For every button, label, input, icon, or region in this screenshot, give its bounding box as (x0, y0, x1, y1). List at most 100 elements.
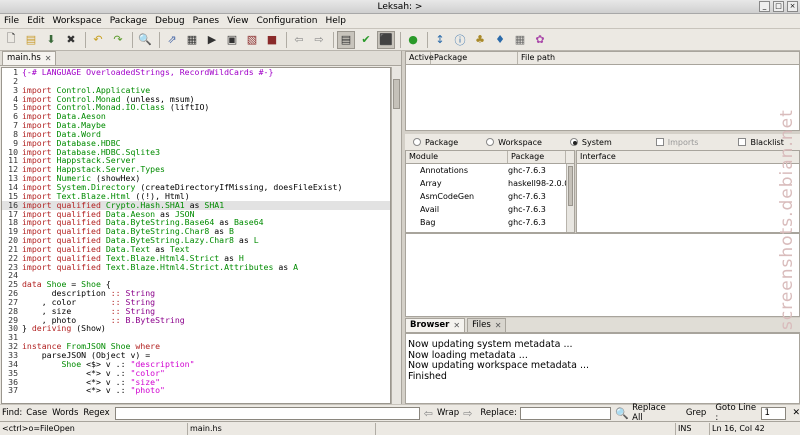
code-line[interactable]: 37 <*> v .: "photo" (2, 386, 390, 395)
module-icon[interactable]: ♦ (491, 31, 509, 49)
log-pane[interactable]: Now updating system metadata ... Now loa… (405, 333, 800, 404)
source-editor[interactable]: 1 {-# LANGUAGE OverloadedStrings, RecordW… (1, 67, 391, 404)
find-label: Find: (2, 408, 23, 418)
menu-edit[interactable]: Edit (27, 16, 44, 26)
make-mode-icon[interactable]: ✔ (357, 31, 375, 49)
menu-file[interactable]: File (4, 16, 19, 26)
code-token: as (233, 235, 254, 246)
imports-checkbox[interactable]: Imports (655, 138, 698, 147)
background-build-icon[interactable]: ▤ (337, 30, 355, 49)
menu-view[interactable]: View (227, 16, 248, 26)
replace-icon[interactable]: 🔍 (615, 407, 629, 420)
replace-all-button[interactable]: Replace All (632, 403, 677, 423)
editor-area: main.hs ✕ 1 {-# LANGUAGE OverloadedString… (0, 51, 402, 404)
code-line[interactable]: 1 {-# LANGUAGE OverloadedStrings, RecordW… (2, 68, 390, 77)
col-module[interactable]: Module (406, 151, 508, 163)
scope-workspace-radio[interactable]: Workspace (486, 138, 542, 147)
replace-input[interactable] (519, 406, 612, 420)
close-tab-icon[interactable]: ✕ (453, 319, 460, 332)
clean-icon[interactable]: ▧ (243, 31, 261, 49)
col-module-package[interactable]: Package (508, 151, 566, 163)
find-next-icon[interactable]: ⇨ (463, 407, 472, 420)
scrollbar-thumb[interactable] (568, 166, 573, 206)
module-package: ghc-7.6.3 (508, 166, 546, 175)
col-active[interactable]: Active (406, 52, 434, 64)
col-interface[interactable]: Interface (577, 151, 799, 163)
code-line[interactable]: 23 import qualified Text.Blaze.Html4.Stri… (2, 261, 390, 272)
close-icon[interactable]: × (787, 1, 798, 12)
module-rows: Annotations ghc-7.6.3 Array haskell98-2.0.0… (406, 164, 574, 229)
editor-scrollbar[interactable] (391, 67, 401, 404)
tab-main-hs[interactable]: main.hs ✕ (2, 51, 57, 65)
run-icon[interactable]: ▶ (203, 31, 221, 49)
goto-line-input[interactable]: 1 (761, 406, 787, 420)
run-green-icon[interactable]: ● (404, 31, 422, 49)
close-file-icon[interactable]: ✖ (62, 31, 80, 49)
module-row[interactable]: Bag ghc-7.6.3 (406, 216, 574, 229)
close-findbar-icon[interactable]: ✕ (792, 408, 800, 418)
info-icon[interactable]: ⓘ (451, 31, 469, 49)
grep-button[interactable]: Grep (686, 408, 707, 418)
code-token: "photo" (130, 385, 165, 396)
back-icon[interactable]: ⇦ (290, 31, 308, 49)
tab-files[interactable]: Files ✕ (467, 318, 507, 332)
flip-icon[interactable]: ↕ (431, 31, 449, 49)
menu-panes[interactable]: Panes (193, 16, 219, 26)
jump-icon[interactable]: ⇗ (163, 31, 181, 49)
close-tab-icon[interactable]: ✕ (495, 319, 502, 332)
watermark: screenshots.debian.net (777, 109, 797, 331)
module-row[interactable]: AsmCodeGen ghc-7.6.3 (406, 190, 574, 203)
debug-icon[interactable]: ⬛ (377, 30, 395, 49)
col-file-path[interactable]: File path (518, 52, 799, 64)
stop-icon[interactable]: ■ (263, 31, 281, 49)
code-token: <*> v .: (22, 385, 131, 396)
module-scrollbar[interactable] (566, 164, 574, 232)
build-icon[interactable]: ▦ (183, 31, 201, 49)
title-bar: Leksah: > _ □ × (0, 0, 800, 14)
case-toggle[interactable]: Case (26, 408, 47, 418)
scope-system-radio[interactable]: System (569, 138, 612, 147)
module-row[interactable]: Annotations ghc-7.6.3 (406, 164, 574, 177)
log-line: Now updating system metadata ... (408, 339, 573, 350)
new-file-icon[interactable]: 🗋 (2, 31, 20, 49)
module-name: Annotations (420, 166, 469, 175)
tab-browser[interactable]: Browser ✕ (405, 318, 466, 332)
tab-label: Files (472, 320, 491, 330)
save-file-icon[interactable]: ⬇ (42, 31, 60, 49)
scrollbar-thumb[interactable] (393, 79, 400, 109)
code-token: as (273, 261, 294, 272)
code-token: (liftIO) (164, 102, 210, 113)
menu-debug[interactable]: Debug (155, 16, 185, 26)
menu-workspace[interactable]: Workspace (53, 16, 102, 26)
grid-icon[interactable]: ▦ (511, 31, 529, 49)
regex-toggle[interactable]: Regex (83, 408, 109, 418)
menu-package[interactable]: Package (110, 16, 147, 26)
code-token: SHA1 (204, 199, 225, 210)
package-icon[interactable]: ▣ (223, 31, 241, 49)
wrap-toggle[interactable]: Wrap (437, 408, 459, 418)
maximize-icon[interactable]: □ (773, 1, 784, 12)
close-tab-icon[interactable]: ✕ (45, 52, 52, 65)
module-row[interactable]: Array haskell98-2.0.0 (406, 177, 574, 190)
code-token: Base64 (233, 217, 264, 228)
scope-package-radio[interactable]: Package (413, 138, 458, 147)
redo-icon[interactable]: ↷ (109, 31, 127, 49)
find-icon[interactable]: 🔍 (136, 31, 154, 49)
code-text: } deriving (Show) (20, 324, 106, 333)
col-package[interactable]: Package (431, 52, 518, 64)
color-icon[interactable]: ✿ (531, 31, 549, 49)
menu-bar: File Edit Workspace Package Debug Panes … (0, 14, 800, 29)
find-prev-icon[interactable]: ⇦ (424, 407, 433, 420)
sort-icon[interactable]: ♣ (471, 31, 489, 49)
code-line[interactable]: 30} deriving (Show) (2, 324, 390, 333)
find-input[interactable] (114, 406, 420, 420)
forward-icon[interactable]: ⇨ (310, 31, 328, 49)
words-toggle[interactable]: Words (52, 408, 78, 418)
open-file-icon[interactable]: ▤ (22, 31, 40, 49)
menu-help[interactable]: Help (326, 16, 347, 26)
minimize-icon[interactable]: _ (759, 1, 770, 12)
module-row[interactable]: Avail ghc-7.6.3 (406, 203, 574, 216)
log-line: Now updating workspace metadata ... (408, 360, 590, 371)
undo-icon[interactable]: ↶ (89, 31, 107, 49)
menu-configuration[interactable]: Configuration (256, 16, 317, 26)
